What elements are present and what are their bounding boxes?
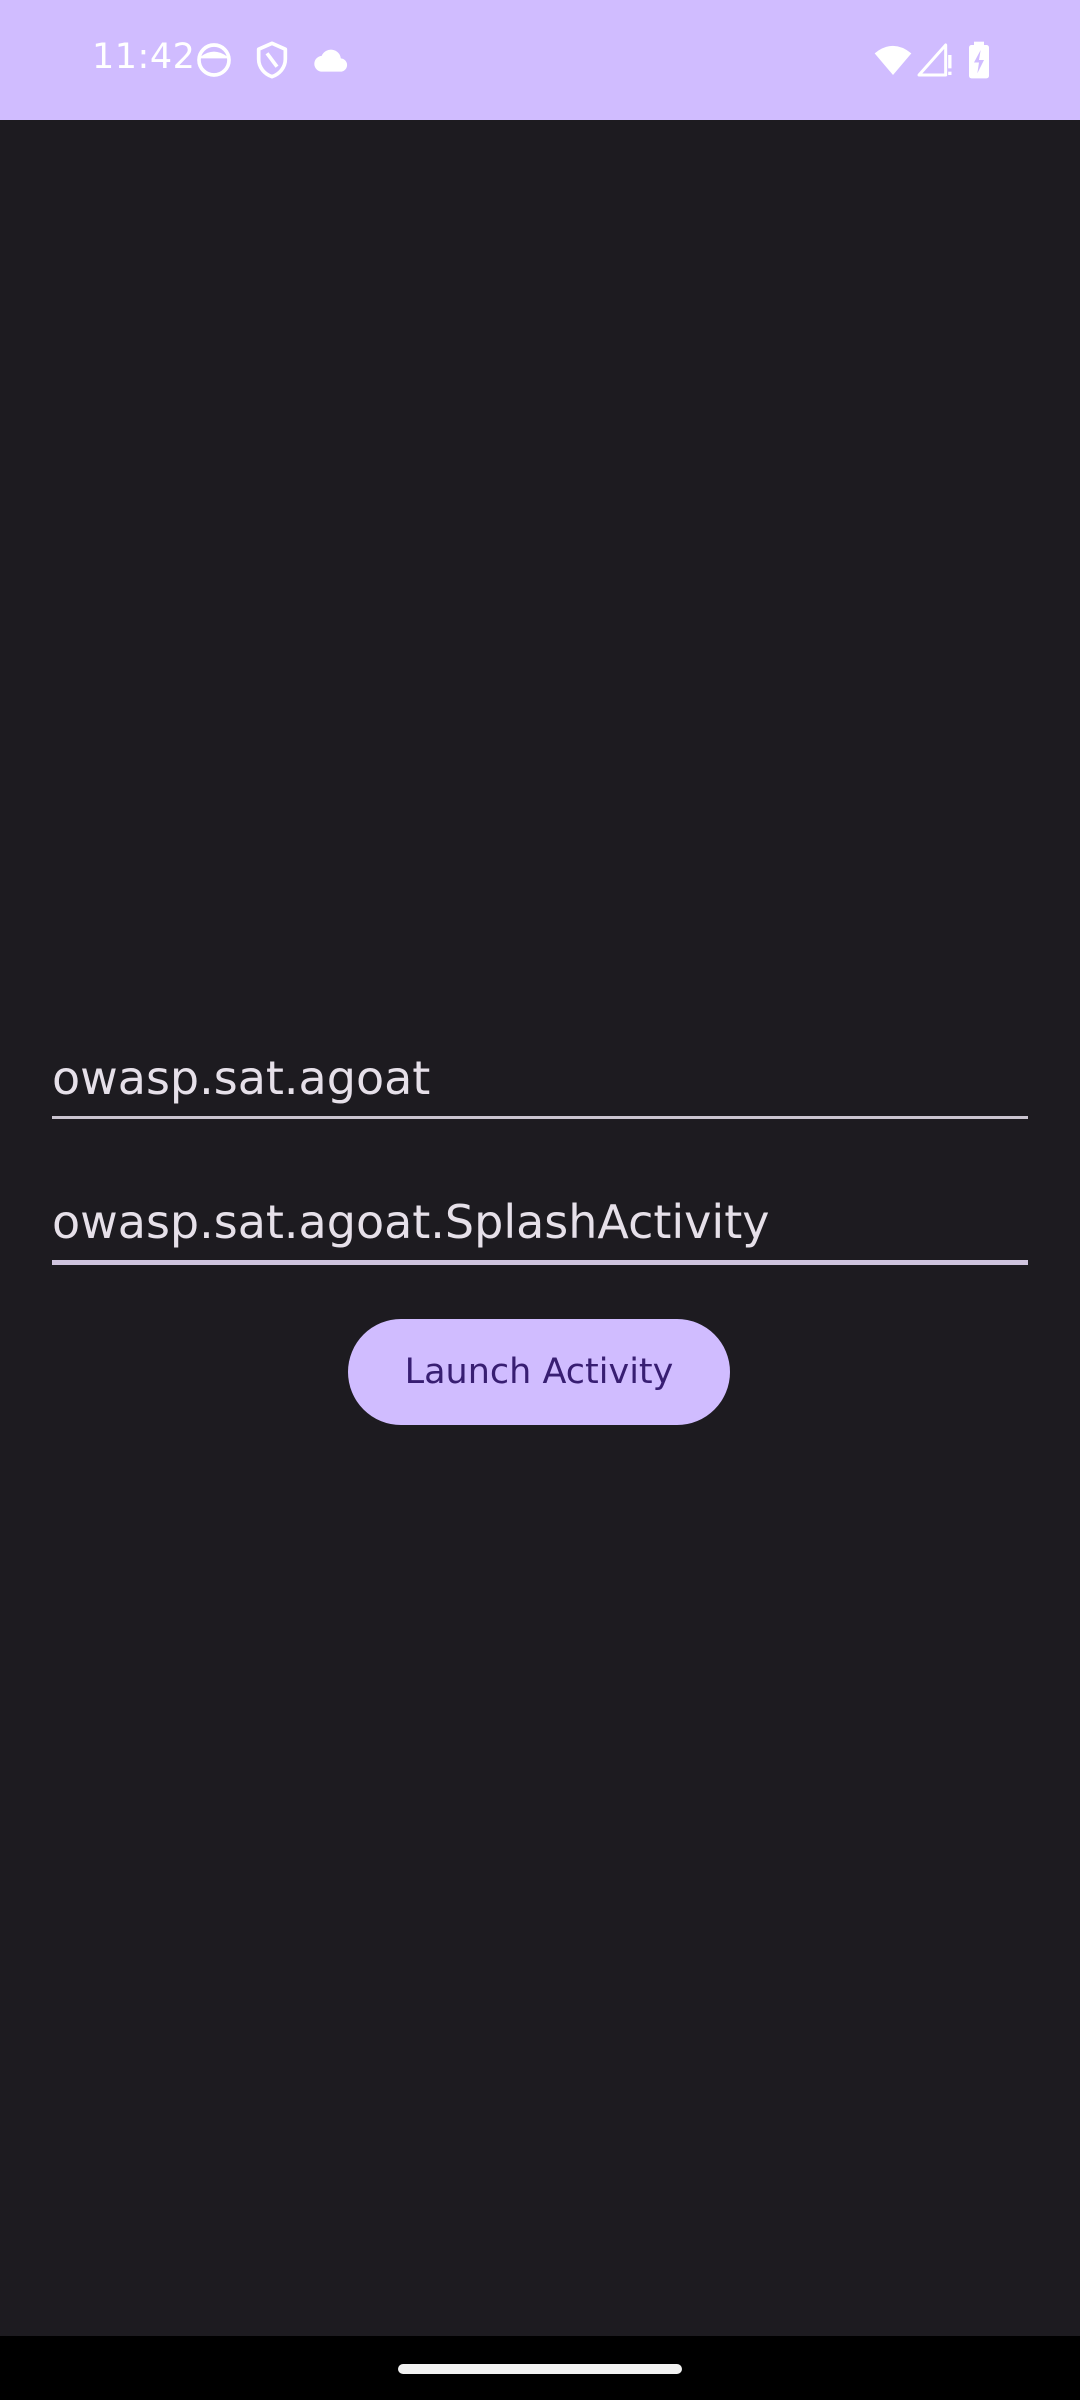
wifi-icon bbox=[872, 40, 914, 80]
package-name-field[interactable]: owasp.sat.agoat bbox=[52, 1050, 1028, 1120]
activity-name-underline bbox=[52, 1260, 1028, 1265]
status-bar: 11:42 bbox=[0, 0, 1080, 120]
app-screen: 11:42 owasp.sat.agoat owasp.sat.agoat.Sp… bbox=[0, 0, 1080, 2400]
launch-activity-button[interactable]: Launch Activity bbox=[348, 1319, 730, 1425]
status-time: 11:42 bbox=[92, 37, 196, 77]
navigation-bar bbox=[0, 2336, 1080, 2400]
cloud-icon bbox=[310, 40, 350, 80]
activity-name-field[interactable]: owasp.sat.agoat.SplashActivity bbox=[52, 1194, 1028, 1266]
cell-signal-icon bbox=[914, 40, 954, 80]
shield-icon bbox=[252, 40, 292, 80]
face-icon bbox=[194, 40, 234, 80]
home-gesture-handle[interactable] bbox=[398, 2364, 682, 2374]
package-name-underline bbox=[52, 1116, 1028, 1119]
package-name-value: owasp.sat.agoat bbox=[52, 1051, 431, 1105]
activity-name-value: owasp.sat.agoat.SplashActivity bbox=[52, 1195, 770, 1249]
battery-charging-icon bbox=[962, 40, 996, 80]
